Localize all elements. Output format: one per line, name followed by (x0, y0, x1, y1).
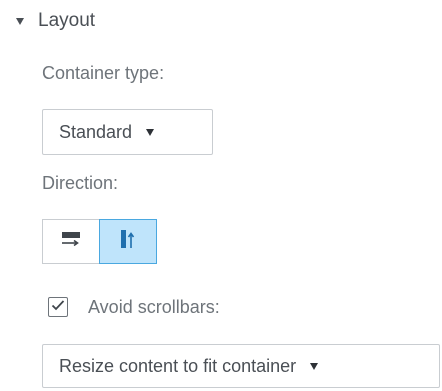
direction-label: Direction: (42, 173, 119, 193)
avoid-scrollbars-row: Avoid scrollbars: (48, 292, 220, 322)
container-type-value: Standard (59, 121, 133, 142)
resize-mode-dropdown[interactable]: Resize content to fit container (42, 344, 440, 388)
direction-vertical-button[interactable] (99, 219, 157, 264)
chevron-down-icon (146, 128, 155, 136)
avoid-scrollbars-label: Avoid scrollbars: (88, 296, 220, 317)
vertical-direction-icon (119, 228, 137, 255)
resize-mode-value: Resize content to fit container (59, 355, 297, 376)
direction-toggle-group (42, 219, 157, 264)
avoid-scrollbars-checkbox[interactable] (48, 297, 68, 317)
chevron-down-icon (310, 362, 319, 370)
checkmark-icon (51, 298, 65, 316)
layout-panel: Layout Container type: Standard Directio… (0, 0, 442, 391)
section-title: Layout (38, 10, 96, 31)
container-type-label: Container type: (42, 63, 165, 83)
caret-down-icon (16, 17, 24, 25)
horizontal-direction-icon (60, 231, 82, 252)
container-type-dropdown[interactable]: Standard (42, 109, 213, 155)
layout-section-toggle[interactable]: Layout (12, 6, 95, 36)
direction-horizontal-button[interactable] (42, 219, 100, 264)
